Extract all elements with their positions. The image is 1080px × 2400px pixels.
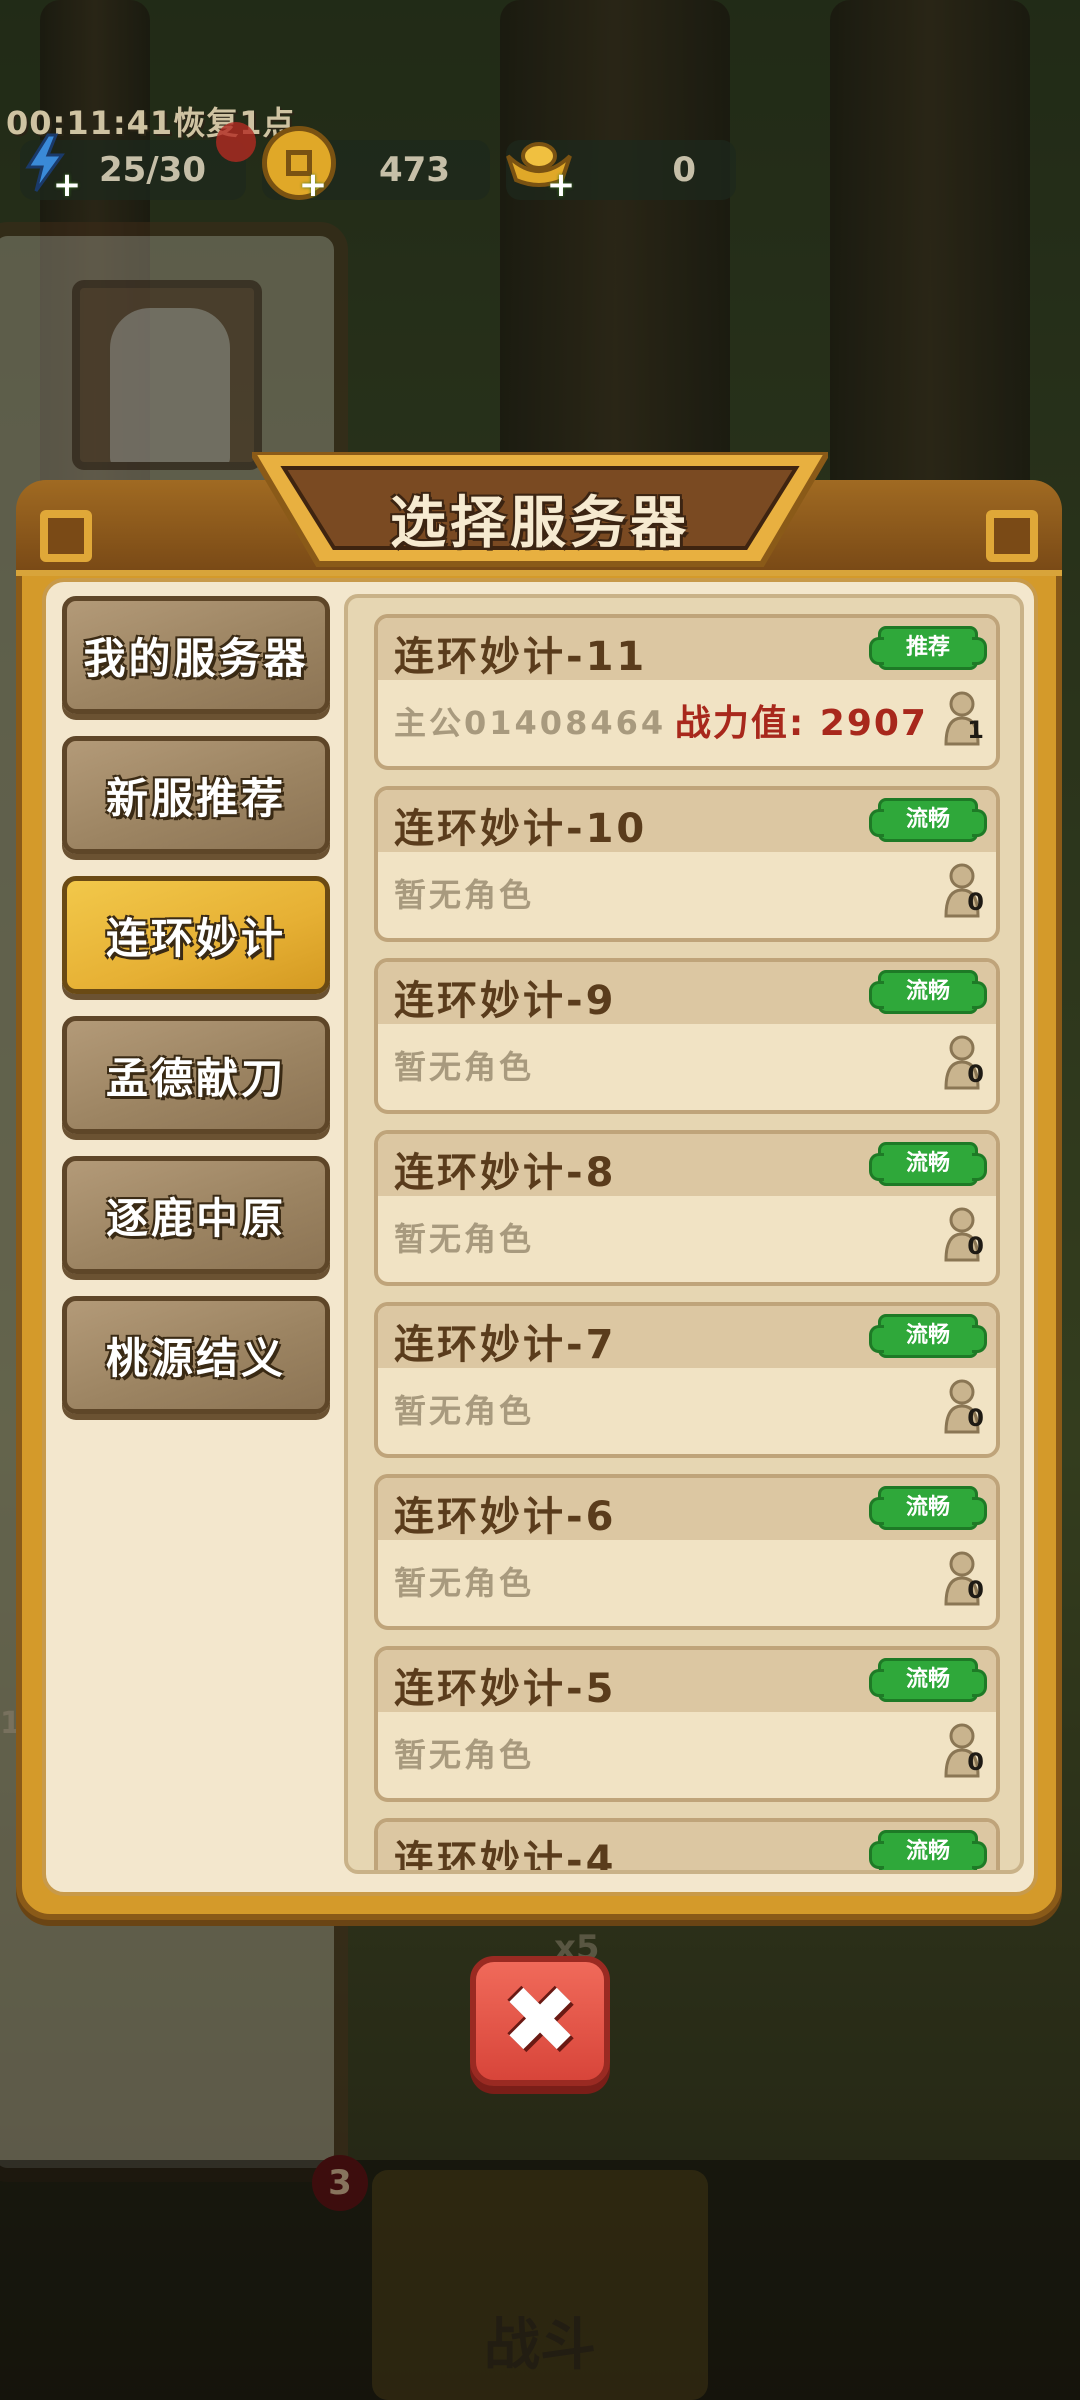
- category-new-servers[interactable]: 新服推荐: [62, 736, 330, 854]
- server-row[interactable]: 连环妙计-11 推荐 主公01408464 战力值: 2907 1: [374, 614, 1000, 770]
- character-count: 0: [967, 888, 984, 916]
- server-row[interactable]: 连环妙计-4 流畅: [374, 1818, 1000, 1874]
- category-mengde[interactable]: 孟德献刀: [62, 1016, 330, 1134]
- character-name: 暂无角色: [394, 1736, 535, 1774]
- category-label: 连环妙计: [105, 913, 286, 963]
- character-name: 暂无角色: [394, 1392, 535, 1430]
- category-label: 逐鹿中原: [105, 1193, 286, 1243]
- status-badge: 流畅: [869, 1830, 987, 1870]
- character-name: 暂无角色: [394, 1048, 535, 1086]
- category-zhulu[interactable]: 逐鹿中原: [62, 1156, 330, 1274]
- close-icon: ✖: [501, 1967, 579, 2074]
- status-badge: 流畅: [869, 970, 987, 1014]
- server-row[interactable]: 连环妙计-6 流畅 暂无角色 0: [374, 1474, 1000, 1630]
- corner-ornament-left: [40, 510, 92, 562]
- character-count: 0: [967, 1060, 984, 1088]
- server-name: 连环妙计-9: [394, 978, 617, 1024]
- alert-icon: [216, 122, 256, 162]
- power-value: 战力值: 2907: [674, 703, 928, 744]
- character-count: 0: [967, 1748, 984, 1776]
- character-count: 0: [967, 1576, 984, 1604]
- corner-ornament-right: [986, 510, 1038, 562]
- server-name: 连环妙计-8: [394, 1150, 617, 1196]
- character-count: 0: [967, 1404, 984, 1432]
- category-my-servers[interactable]: 我的服务器: [62, 596, 330, 714]
- server-row[interactable]: 连环妙计-8 流畅 暂无角色 0: [374, 1130, 1000, 1286]
- add-stamina-icon[interactable]: +: [52, 168, 82, 202]
- status-badge: 流畅: [869, 1142, 987, 1186]
- server-name: 连环妙计-10: [394, 806, 648, 852]
- status-badge: 推荐: [869, 626, 987, 670]
- server-name: 连环妙计-11: [394, 634, 648, 680]
- status-badge: 流畅: [869, 1314, 987, 1358]
- add-ingot-icon[interactable]: +: [546, 168, 576, 202]
- server-row[interactable]: 连环妙计-9 流畅 暂无角色 0: [374, 958, 1000, 1114]
- category-taoyuan[interactable]: 桃源结义: [62, 1296, 330, 1414]
- character-count: 0: [967, 1232, 984, 1260]
- server-row[interactable]: 连环妙计-5 流畅 暂无角色 0: [374, 1646, 1000, 1802]
- category-label: 桃源结义: [105, 1333, 286, 1383]
- dialog-title: 选择服务器: [390, 491, 690, 556]
- add-coin-icon[interactable]: +: [298, 168, 328, 202]
- category-lianhuan[interactable]: 连环妙计: [62, 876, 330, 994]
- status-badge: 流畅: [869, 798, 987, 842]
- character-name: 暂无角色: [394, 1220, 535, 1258]
- character-name: 暂无角色: [394, 1564, 535, 1602]
- stamina-value: 25/30: [98, 150, 206, 190]
- character-count: 1: [967, 716, 984, 744]
- server-row[interactable]: 连环妙计-10 流畅 暂无角色 0: [374, 786, 1000, 942]
- character-name: 主公01408464: [394, 704, 667, 742]
- server-name: 连环妙计-5: [394, 1666, 617, 1712]
- server-list[interactable]: 连环妙计-11 推荐 主公01408464 战力值: 2907 1 连环妙计-1…: [344, 594, 1024, 1874]
- category-label: 孟德献刀: [105, 1053, 286, 1103]
- character-name: 暂无角色: [394, 876, 535, 914]
- status-badge: 流畅: [869, 1658, 987, 1702]
- status-badge: 流畅: [869, 1486, 987, 1530]
- close-button[interactable]: ✖: [470, 1956, 610, 2086]
- server-name: 连环妙计-7: [394, 1322, 617, 1368]
- coin-value: 473: [379, 150, 450, 190]
- ingot-value: 0: [672, 150, 696, 190]
- category-label: 我的服务器: [83, 633, 309, 683]
- server-name: 连环妙计-6: [394, 1494, 617, 1540]
- server-row[interactable]: 连环妙计-7 流畅 暂无角色 0: [374, 1302, 1000, 1458]
- category-label: 新服推荐: [105, 773, 286, 823]
- server-name: 连环妙计-4: [394, 1838, 617, 1874]
